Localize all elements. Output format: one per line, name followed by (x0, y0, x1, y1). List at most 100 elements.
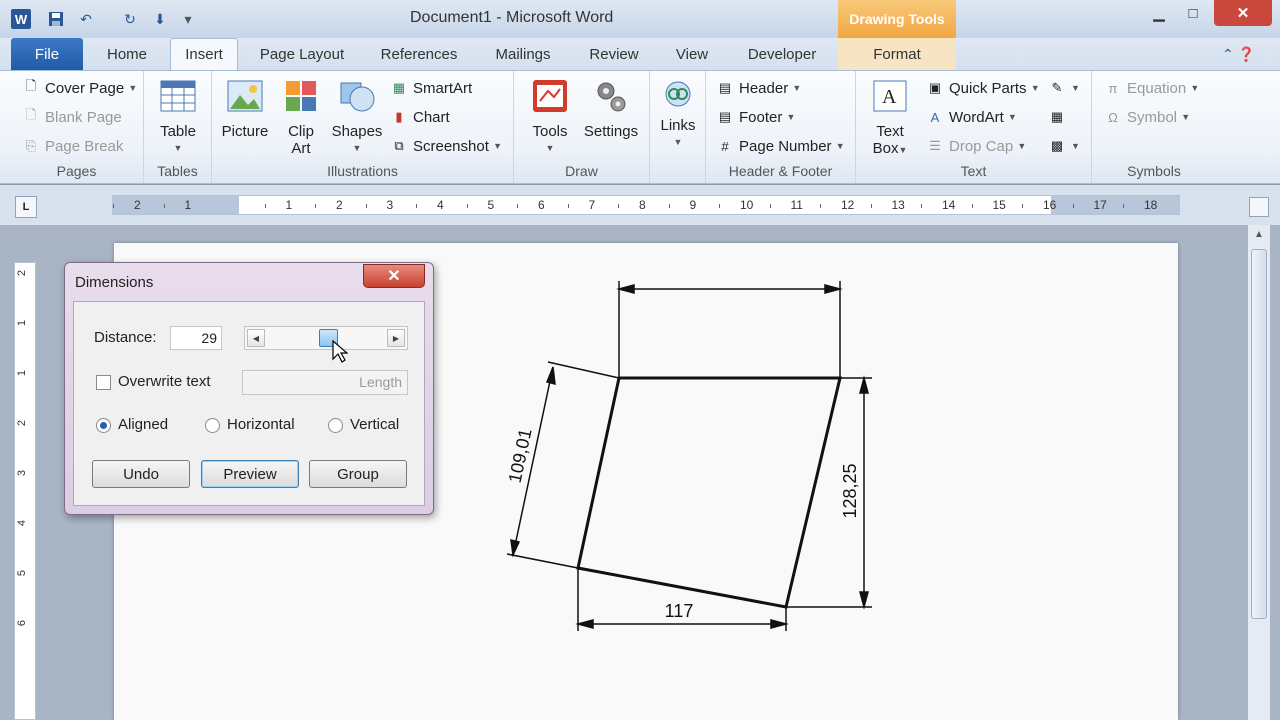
drop-cap-button[interactable]: ☰ Drop Cap ▼ (926, 135, 1026, 157)
vertical-scrollbar[interactable]: ▲ (1248, 225, 1270, 720)
tab-home[interactable]: Home (95, 38, 159, 70)
redo-icon[interactable]: ↻ (120, 9, 140, 29)
group-label-tables: Tables (157, 163, 198, 179)
cover-page-button[interactable]: 🗋 Cover Page ▼ (22, 77, 138, 99)
chart-button[interactable]: ▮ Chart (390, 106, 449, 128)
distance-input[interactable]: 29 (170, 326, 222, 350)
view-ruler-icon[interactable] (1249, 197, 1269, 217)
text-box-icon: A (873, 80, 907, 112)
horizontal-ruler[interactable]: 2 1 1 2 3 4 5 6 7 8 9 10 11 12 13 14 15 16 17 18 (112, 195, 1180, 215)
smartart-button[interactable]: ▦ SmartArt (390, 77, 472, 99)
distance-slider[interactable]: ◀ ▶ (244, 326, 408, 350)
preview-button[interactable]: Preview (201, 460, 299, 488)
screenshot-button[interactable]: ⧉ Screenshot ▼ (390, 135, 502, 157)
mouse-cursor-icon (332, 340, 348, 363)
links-button[interactable]: Links ▼ (654, 77, 702, 151)
scroll-thumb[interactable] (1251, 249, 1267, 619)
ruler-tick-mark (870, 204, 872, 208)
header-button[interactable]: ▤ Header ▼ (716, 77, 801, 99)
horizontal-radio[interactable] (205, 418, 220, 433)
symbol-button[interactable]: Ω Symbol ▼ (1104, 106, 1190, 128)
picture-button[interactable]: Picture (220, 77, 270, 140)
ruler-tick-mark (517, 204, 518, 208)
ruler-tick-label: 16 (1043, 198, 1057, 212)
tab-view[interactable]: View (664, 38, 720, 70)
table-icon (160, 80, 196, 112)
ruler-tick-mark (416, 204, 417, 208)
aligned-radio[interactable] (96, 418, 111, 433)
ruler-tick-mark (113, 204, 114, 208)
scroll-up-icon[interactable]: ▲ (1250, 225, 1268, 243)
wordart-button[interactable]: A WordArt ▼ (926, 106, 1017, 128)
quick-parts-icon: ▣ (928, 80, 942, 95)
tab-developer[interactable]: Developer (736, 38, 828, 70)
draw-tools-button[interactable]: Tools ▼ (526, 77, 574, 157)
text-box-button[interactable]: A Text Box▼ (864, 77, 916, 159)
group-links: Links ▼ (650, 71, 706, 183)
undo-icon[interactable]: ↶ (76, 9, 96, 29)
ruler-tick-label: 5 (487, 198, 495, 212)
dimension-bottom[interactable] (575, 568, 789, 631)
group-draw: Tools ▼ Settings Draw (514, 71, 650, 183)
blank-page-button[interactable]: 🗋 Blank Page (22, 106, 122, 128)
group-label-illustrations: Illustrations (327, 163, 398, 179)
ruler-tick-label: 11 (790, 198, 803, 212)
ruler-tick-label: 9 (689, 198, 697, 212)
quick-parts-button[interactable]: ▣ Quick Parts ▼ (926, 77, 1040, 99)
ruler-tick-label: 13 (891, 198, 905, 212)
save-icon[interactable] (46, 9, 66, 29)
dimension-left-label: 109,01 (505, 427, 536, 485)
slider-right-icon[interactable]: ▶ (387, 329, 405, 347)
quadrilateral-shape[interactable] (576, 376, 842, 609)
drop-cap-icon: ☰ (929, 138, 941, 153)
qat-customize-icon[interactable]: ▾ (178, 9, 198, 29)
vertical-radio[interactable] (328, 418, 343, 433)
tab-selector[interactable]: L (15, 196, 37, 218)
pi-icon: π (1108, 80, 1118, 96)
ruler-tick-mark (365, 204, 367, 208)
maximize-button[interactable]: □ (1178, 0, 1208, 26)
tab-mailings[interactable]: Mailings (484, 38, 562, 70)
close-window-button[interactable]: ✕ (1214, 0, 1272, 26)
aligned-label: Aligned (118, 416, 169, 433)
tab-page-layout[interactable]: Page Layout (250, 38, 354, 70)
date-time-icon: ▦ (1050, 109, 1064, 124)
shapes-button[interactable]: Shapes ▼ (330, 77, 384, 157)
object-button[interactable]: ▩ ▼ (1048, 135, 1080, 157)
tab-references[interactable]: References (370, 38, 468, 70)
undo-button[interactable]: Undo (92, 460, 190, 488)
page-number-button[interactable]: # Page Number ▼ (716, 135, 844, 157)
overwrite-text-checkbox[interactable] (96, 375, 111, 390)
screenshot-icon: ⧉ (394, 138, 404, 153)
word-app-icon[interactable]: W (11, 9, 31, 29)
footer-button[interactable]: ▤ Footer ▼ (716, 106, 796, 128)
page-break-button[interactable]: ⎘ Page Break (22, 135, 124, 157)
draw-tools-icon (533, 80, 567, 112)
tab-review[interactable]: Review (580, 38, 648, 70)
vruler-tick-label: 3 (16, 469, 29, 477)
slider-left-icon[interactable]: ◀ (247, 329, 265, 347)
tab-file[interactable]: File (11, 38, 83, 70)
date-time-button[interactable]: ▦ (1048, 106, 1071, 128)
minimize-button[interactable]: ▁ (1140, 0, 1178, 26)
tab-format[interactable]: Format (838, 38, 956, 70)
length-input[interactable]: Length (242, 370, 408, 395)
signature-line-button[interactable]: ✎ ▼ (1048, 77, 1080, 99)
vertical-ruler[interactable]: 2 1 1 2 3 4 5 6 (14, 262, 36, 720)
ruler-tick-label: 3 (386, 198, 394, 212)
arrow-down-icon[interactable]: ⬇ (150, 9, 170, 29)
tab-insert[interactable]: Insert (170, 38, 238, 70)
dialog-close-button[interactable]: ✕ (363, 264, 425, 288)
cover-page-icon: 🗋 (25, 78, 37, 93)
equation-button[interactable]: π Equation ▼ (1104, 77, 1200, 99)
clip-art-button[interactable]: Clip Art (278, 77, 324, 157)
horizontal-label: Horizontal (227, 416, 295, 433)
footer-icon: ▤ (718, 109, 732, 124)
dimension-top[interactable] (616, 281, 843, 378)
vruler-tick-label: 1 (16, 369, 29, 377)
help-icon[interactable]: ⌃ ❓ (1222, 46, 1255, 63)
group-button[interactable]: Group (309, 460, 407, 488)
draw-settings-button[interactable]: Settings (580, 77, 642, 140)
table-button[interactable]: Table ▼ (152, 77, 204, 157)
ruler-tick-label: 2 (336, 198, 343, 212)
